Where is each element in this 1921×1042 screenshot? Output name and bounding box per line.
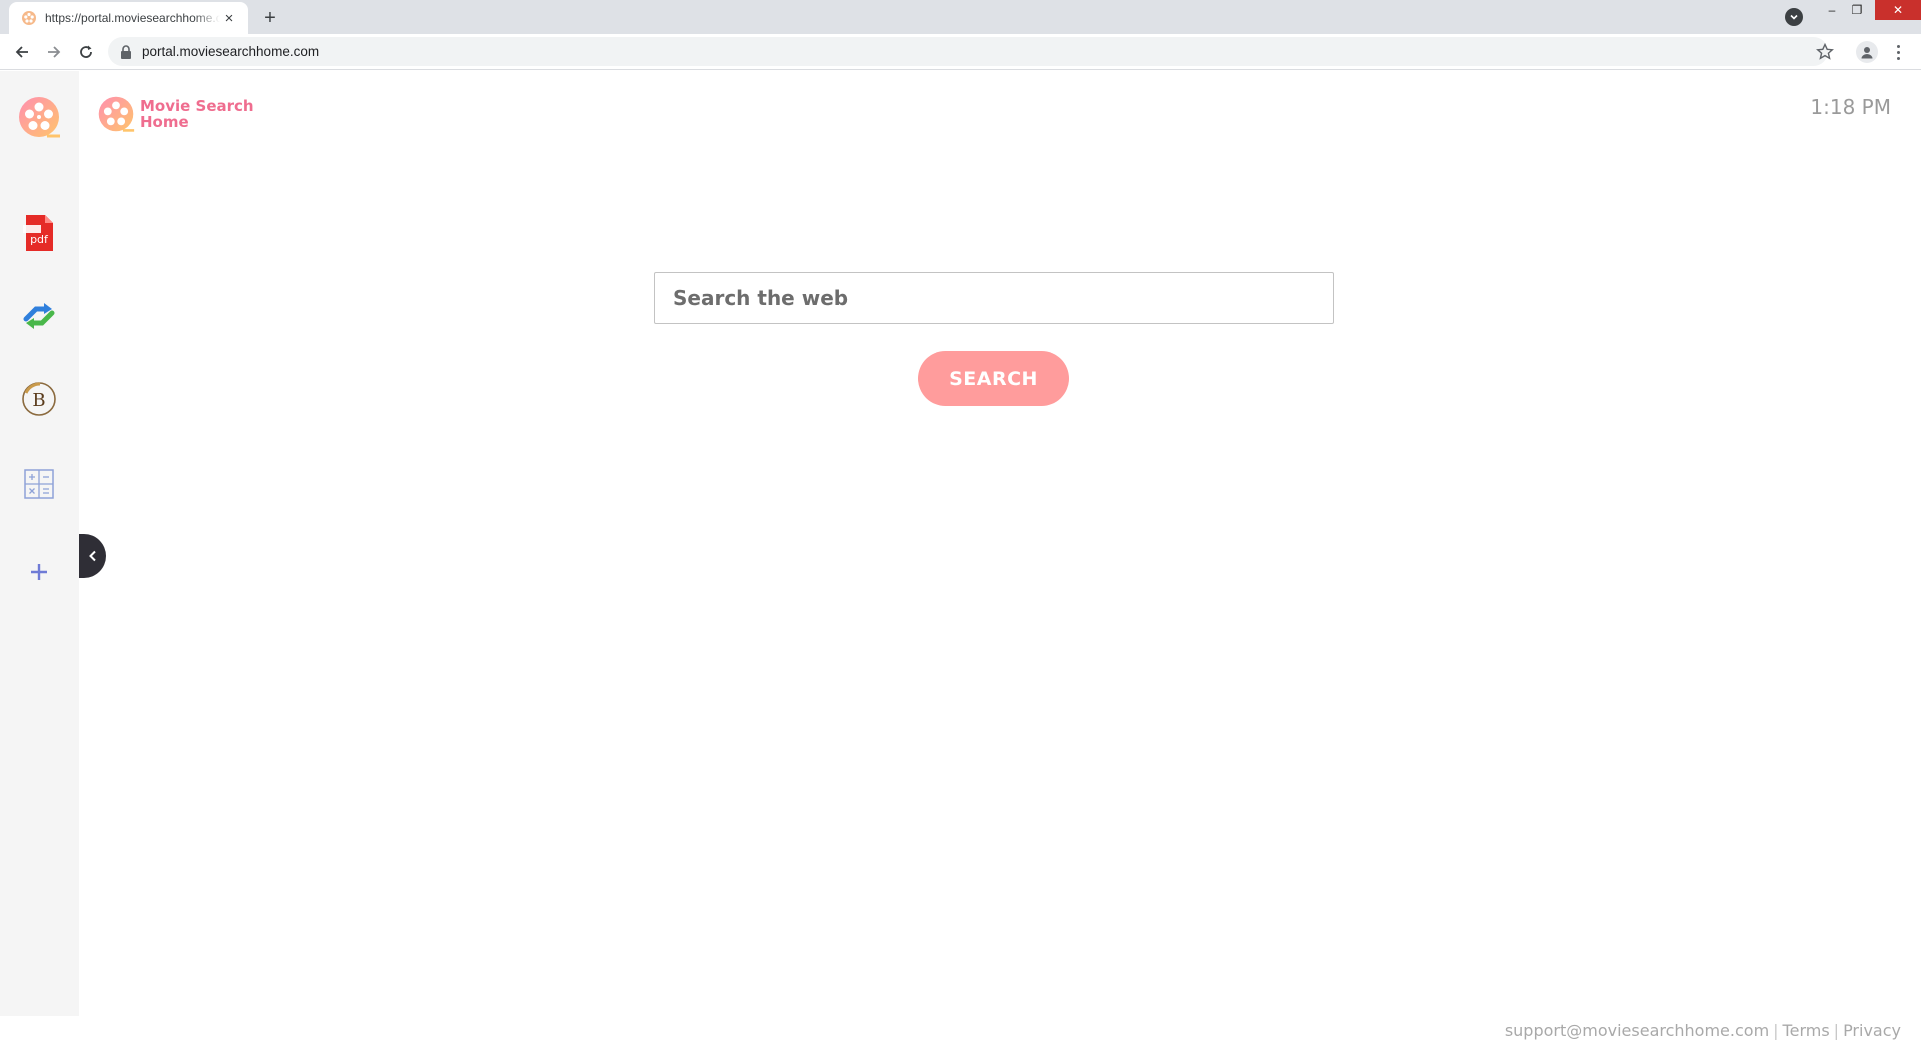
forward-arrow-icon[interactable]	[42, 40, 66, 64]
chevron-left-icon	[88, 550, 96, 562]
privacy-link[interactable]: Privacy	[1843, 1021, 1901, 1040]
calculator-icon	[24, 469, 54, 499]
back-arrow-icon[interactable]	[10, 40, 34, 64]
sidebar-item-movie-reel[interactable]	[17, 95, 61, 139]
new-tab-button[interactable]: +	[258, 6, 282, 30]
tab-search-icon[interactable]	[1785, 8, 1803, 26]
terms-link[interactable]: Terms	[1783, 1021, 1830, 1040]
footer-separator: |	[1833, 1021, 1840, 1040]
page-content: pdf B Movie Search Home 1:18 PM Search t…	[0, 71, 1921, 1042]
clock-time: 1:18 PM	[1810, 95, 1891, 119]
browser-tab-strip: https://portal.moviesearchhome.com × + –…	[0, 0, 1921, 34]
close-window-button[interactable]: ✕	[1875, 0, 1921, 20]
url-text: portal.moviesearchhome.com	[142, 44, 320, 59]
bitcoin-icon-label: B	[32, 390, 45, 411]
kebab-menu-icon[interactable]	[1890, 42, 1906, 62]
bitcoin-icon: B	[22, 382, 56, 416]
footer: support@moviesearchhome.com | Terms | Pr…	[1505, 1021, 1901, 1040]
support-email-link[interactable]: support@moviesearchhome.com	[1505, 1021, 1769, 1040]
profile-icon[interactable]	[1856, 41, 1878, 63]
browser-toolbar: portal.moviesearchhome.com	[0, 34, 1921, 70]
pdf-icon: pdf	[23, 215, 53, 251]
tab-close-icon[interactable]: ×	[220, 9, 238, 27]
tab-title: https://portal.moviesearchhome.com	[45, 11, 220, 25]
search-button[interactable]: SEARCH	[918, 351, 1069, 406]
sidebar-item-pdf[interactable]: pdf	[17, 211, 61, 255]
pdf-icon-label: pdf	[30, 233, 49, 246]
lock-icon	[121, 44, 131, 59]
brand-logo[interactable]: Movie Search Home	[97, 95, 260, 133]
address-bar[interactable]: portal.moviesearchhome.com	[108, 37, 1828, 66]
film-reel-icon	[19, 97, 60, 138]
browser-tab[interactable]: https://portal.moviesearchhome.com ×	[9, 2, 248, 34]
reload-icon[interactable]	[74, 40, 98, 64]
sidebar-item-calculator[interactable]	[17, 462, 61, 506]
search-input[interactable]	[654, 272, 1334, 324]
sidebar: pdf B	[0, 71, 79, 1016]
brand-name: Movie Search Home	[140, 97, 254, 131]
plus-icon	[31, 564, 47, 580]
restore-button[interactable]: ❐	[1840, 0, 1874, 20]
sidebar-item-converter[interactable]	[17, 294, 61, 338]
arrows-convert-icon	[23, 303, 55, 329]
sidebar-item-bitcoin[interactable]: B	[17, 377, 61, 421]
film-reel-icon	[22, 11, 36, 25]
footer-separator: |	[1773, 1021, 1779, 1040]
sidebar-item-add[interactable]	[17, 550, 61, 594]
film-reel-icon	[98, 96, 135, 132]
sidebar-collapse-button[interactable]	[79, 534, 106, 578]
star-icon[interactable]	[1815, 42, 1835, 62]
